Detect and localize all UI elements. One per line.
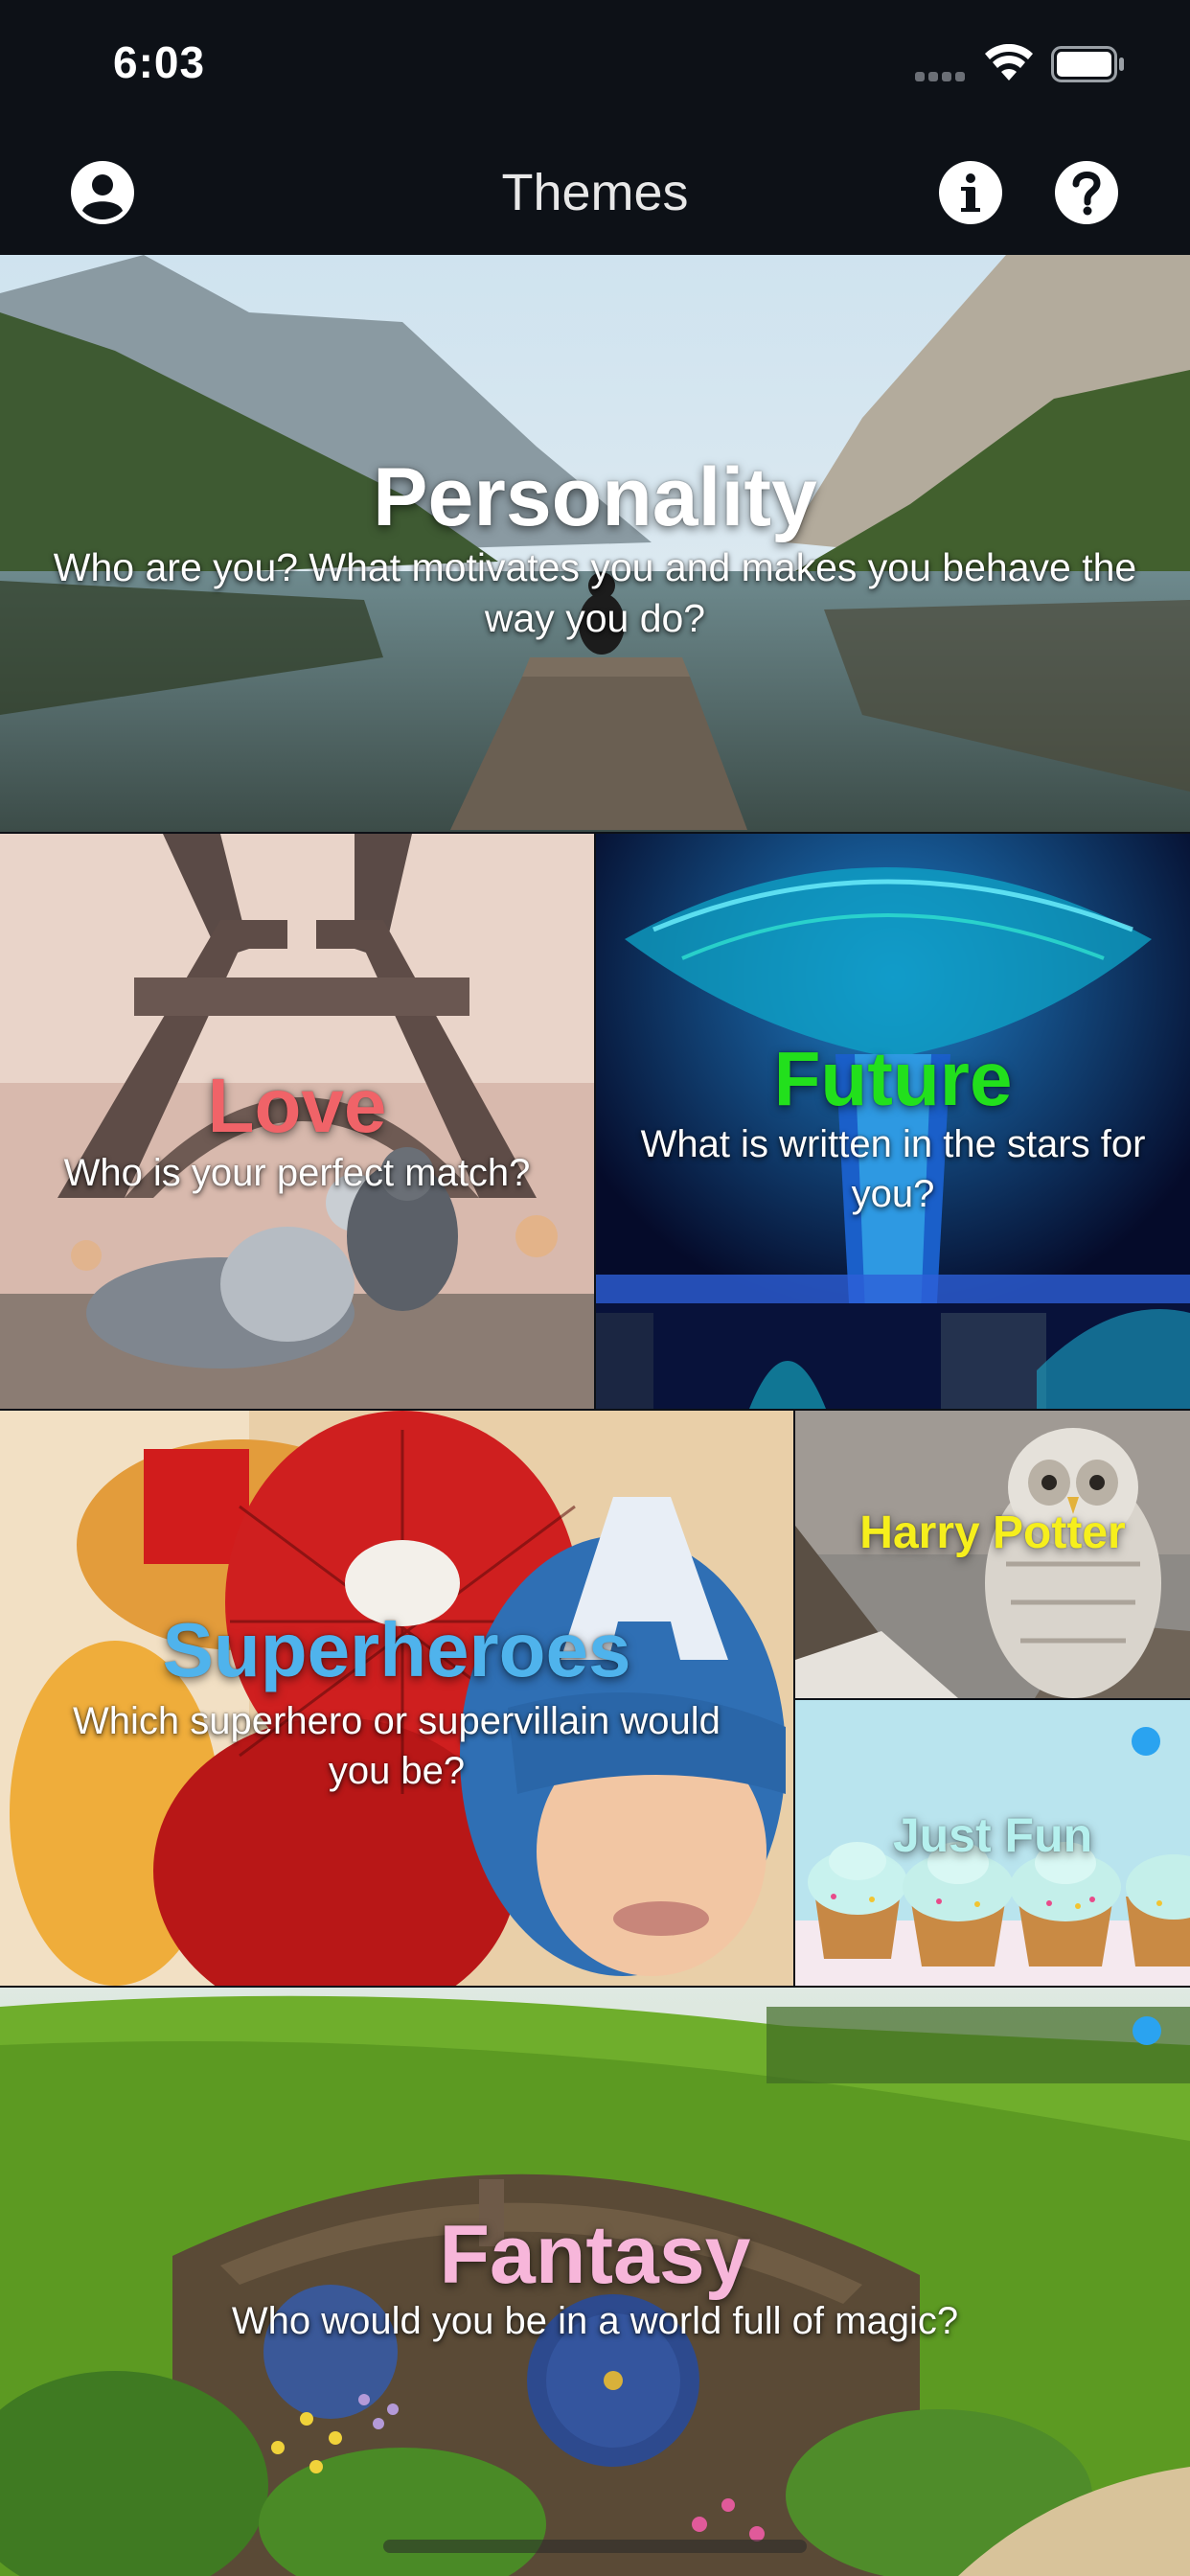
theme-tile-harry-potter[interactable]: Harry Potter <box>795 1411 1190 1698</box>
new-badge <box>1133 2016 1161 2045</box>
theme-tile-future[interactable]: Future What is written in the stars for … <box>596 834 1190 1409</box>
theme-subtitle: Who is your perfect match? <box>63 1152 531 1194</box>
home-indicator[interactable] <box>383 2540 807 2553</box>
theme-title: Love <box>207 1063 387 1148</box>
theme-subtitle: Who would you be in a world full of magi… <box>231 2300 959 2342</box>
battery-icon <box>1051 46 1126 87</box>
theme-title: Personality <box>373 451 817 543</box>
theme-tile-fantasy[interactable]: Fantasy Who would you be in a world full… <box>0 1988 1190 2576</box>
navigation-bar: Themes <box>0 134 1190 255</box>
theme-tile-superheroes[interactable]: Superheroes Which superhero or supervill… <box>0 1411 793 1986</box>
theme-title: Future <box>773 1036 1013 1121</box>
theme-title: Just Fun <box>892 1808 1093 1862</box>
theme-subtitle: Which superhero or supervillain would yo… <box>73 1700 721 1792</box>
help-icon <box>1055 161 1118 224</box>
signal-icon <box>915 69 971 81</box>
status-time: 6:03 <box>113 37 206 87</box>
info-button[interactable] <box>937 159 1004 226</box>
theme-tile-just-fun[interactable]: Just Fun <box>795 1700 1190 1986</box>
theme-subtitle: Who are you? What motivates you and make… <box>53 545 1137 641</box>
new-badge <box>1132 1727 1160 1756</box>
help-button[interactable] <box>1053 159 1120 226</box>
page-title: Themes <box>501 164 689 221</box>
theme-tile-personality[interactable]: Personality Who are you? What motivates … <box>0 255 1190 832</box>
theme-title: Superheroes <box>162 1607 631 1692</box>
status-bar: 6:03 <box>0 0 1190 134</box>
theme-tile-love[interactable]: Love Who is your perfect match? <box>0 834 594 1409</box>
info-icon <box>939 161 1002 224</box>
theme-title: Harry Potter <box>859 1507 1126 1558</box>
theme-title: Fantasy <box>439 2209 751 2301</box>
theme-subtitle: What is written in the stars for you? <box>640 1123 1146 1215</box>
wifi-icon <box>984 43 1034 87</box>
